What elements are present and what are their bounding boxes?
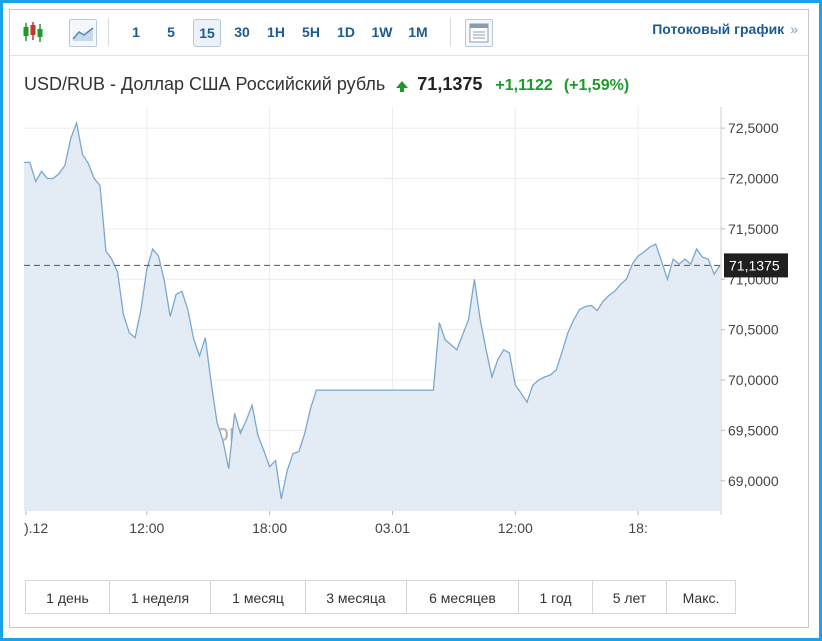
chart-widget: 1 5 15 30 1H 5H 1D 1W 1M Потоковый графи… [9, 9, 809, 628]
x-tick-label: ).12 [24, 520, 48, 536]
y-tick-label: 70,5000 [728, 322, 779, 338]
x-tick-label: 12:00 [498, 520, 533, 536]
y-tick-label: 70,0000 [728, 372, 779, 388]
current-price-tag-label: 71,1375 [729, 257, 780, 273]
range-max[interactable]: Макс. [667, 581, 735, 613]
y-tick-label: 69,5000 [728, 422, 779, 438]
x-tick-label: 18: [628, 520, 647, 536]
y-tick-label: 69,0000 [728, 473, 779, 489]
x-tick-label: 03.01 [375, 520, 410, 536]
range-3-months[interactable]: 3 месяца [306, 581, 407, 613]
x-axis: ).12 12:00 18:00 03.01 12:00 18: [24, 511, 648, 536]
range-5-years[interactable]: 5 лет [593, 581, 667, 613]
current-price-tag: 71,1375 [724, 253, 788, 278]
y-tick-label: 72,0000 [728, 170, 779, 186]
range-1-day[interactable]: 1 день [26, 581, 110, 613]
range-1-month[interactable]: 1 месяц [211, 581, 306, 613]
x-tick-label: 18:00 [252, 520, 287, 536]
price-area [24, 123, 720, 511]
range-6-months[interactable]: 6 месяцев [407, 581, 519, 613]
range-1-year[interactable]: 1 год [519, 581, 593, 613]
time-range-selector: 1 день 1 неделя 1 месяц 3 месяца 6 месяц… [25, 580, 736, 614]
y-tick-label: 72,5000 [728, 120, 779, 136]
y-axis: 72,500072,000071,500071,000070,500070,00… [720, 107, 779, 515]
range-1-week[interactable]: 1 неделя [110, 581, 211, 613]
x-tick-label: 12:00 [129, 520, 164, 536]
y-tick-label: 71,5000 [728, 221, 779, 237]
price-chart[interactable]: Investing .com 72,500072,000071,500071,0… [10, 10, 808, 565]
